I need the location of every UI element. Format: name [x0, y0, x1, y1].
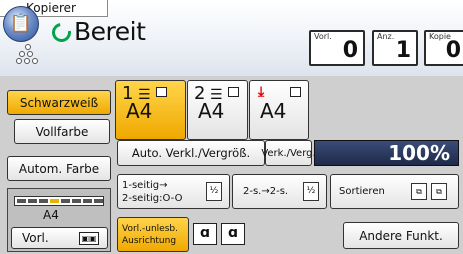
orientation-line-1: Vorl.-unlesb.	[122, 223, 178, 234]
readable-orientation-icon[interactable]: ɑ	[193, 223, 217, 245]
tray-1-button[interactable]: 1 ☰ A4	[115, 80, 186, 140]
quantity-counter: Anz. 1	[372, 30, 418, 66]
copies-counter: Kopie 0	[424, 30, 463, 66]
main-panel: Schwarzweiß Vollfarbe Autom. Farbe A4 Vo…	[0, 76, 463, 254]
counter-label: Anz.	[377, 32, 395, 41]
reduce-enlarge-button[interactable]: Verk./Verg.	[261, 140, 316, 166]
tray-size: A4	[198, 99, 225, 123]
bypass-tray-button[interactable]: ⤓ A4	[249, 80, 309, 140]
duplex-half-icon: ½	[206, 182, 222, 201]
auto-color-button[interactable]: Autom. Farbe	[7, 156, 111, 181]
original-orientation-button[interactable]: Vorl.-unlesb. Ausrichtung	[117, 217, 189, 252]
originals-counter: Vorl. 0	[309, 30, 365, 66]
sort-stack-icon: ⧉	[431, 183, 447, 200]
copier-app-icon[interactable]: 📋	[3, 6, 39, 42]
black-white-button[interactable]: Schwarzweiß	[7, 90, 111, 115]
bypass-tray-icon: ⤓	[258, 84, 265, 100]
paper-icon	[156, 87, 167, 97]
paper-size-label: A4	[43, 208, 59, 222]
zoom-display: 100%	[314, 140, 459, 166]
orientation-label: Vorl.-unlesb. Ausrichtung	[122, 223, 178, 247]
ready-ring-icon	[48, 19, 75, 46]
counter-value: 1	[395, 38, 411, 63]
status-text: Bereit	[74, 17, 146, 46]
counter-value: 0	[342, 38, 358, 63]
duplex-line-2: 2-seitig:O-O	[122, 192, 183, 204]
original-button[interactable]: Vorl. ▣▣	[11, 227, 108, 249]
paper-status-panel: A4 Vorl. ▣▣	[7, 188, 111, 252]
unreadable-orientation-icon[interactable]: ɑ	[221, 223, 245, 245]
sort-label: Sortieren	[339, 186, 385, 197]
duplex-line-1: 1-seitig→	[122, 179, 168, 191]
duplex-label: 1-seitig→ 2-seitig:O-O	[122, 179, 182, 205]
duplex-2-label: 2-s.→2-s.	[243, 186, 289, 197]
original-label: Vorl.	[22, 231, 49, 245]
tray-size: A4	[126, 99, 153, 123]
duplex-half-icon: ½	[303, 182, 319, 201]
paper-icon	[228, 87, 239, 97]
duplex-2to2-button[interactable]: 2-s.→2-s. ½	[232, 174, 327, 209]
other-functions-button[interactable]: Andere Funkt.	[343, 222, 459, 249]
sort-icon: ⧉	[411, 183, 427, 200]
header-bar: Kopierer 📋 Bereit Vorl. 0 Anz. 1 Kopie 0	[0, 0, 463, 76]
original-orientation-icon: ▣▣	[79, 232, 99, 245]
paper-icon	[290, 87, 301, 97]
counter-value: 0	[445, 38, 461, 63]
full-color-button[interactable]: Vollfarbe	[14, 119, 110, 144]
duplex-1to2-button[interactable]: 1-seitig→ 2-seitig:O-O ½	[117, 174, 230, 209]
tray-2-button[interactable]: 2 ☰ A4	[187, 80, 248, 140]
job-dots-icon	[16, 44, 40, 66]
orientation-icons: ɑ ɑ	[193, 222, 249, 246]
tray-size: A4	[260, 99, 287, 123]
sort-button[interactable]: Sortieren ⧉ ⧉	[330, 174, 459, 209]
counter-label: Vorl.	[314, 32, 332, 41]
auto-reduce-enlarge-button[interactable]: Auto. Verkl./Vergröß.	[117, 140, 265, 166]
paper-level-gauge	[14, 196, 104, 206]
orientation-line-2: Ausrichtung	[122, 235, 177, 246]
